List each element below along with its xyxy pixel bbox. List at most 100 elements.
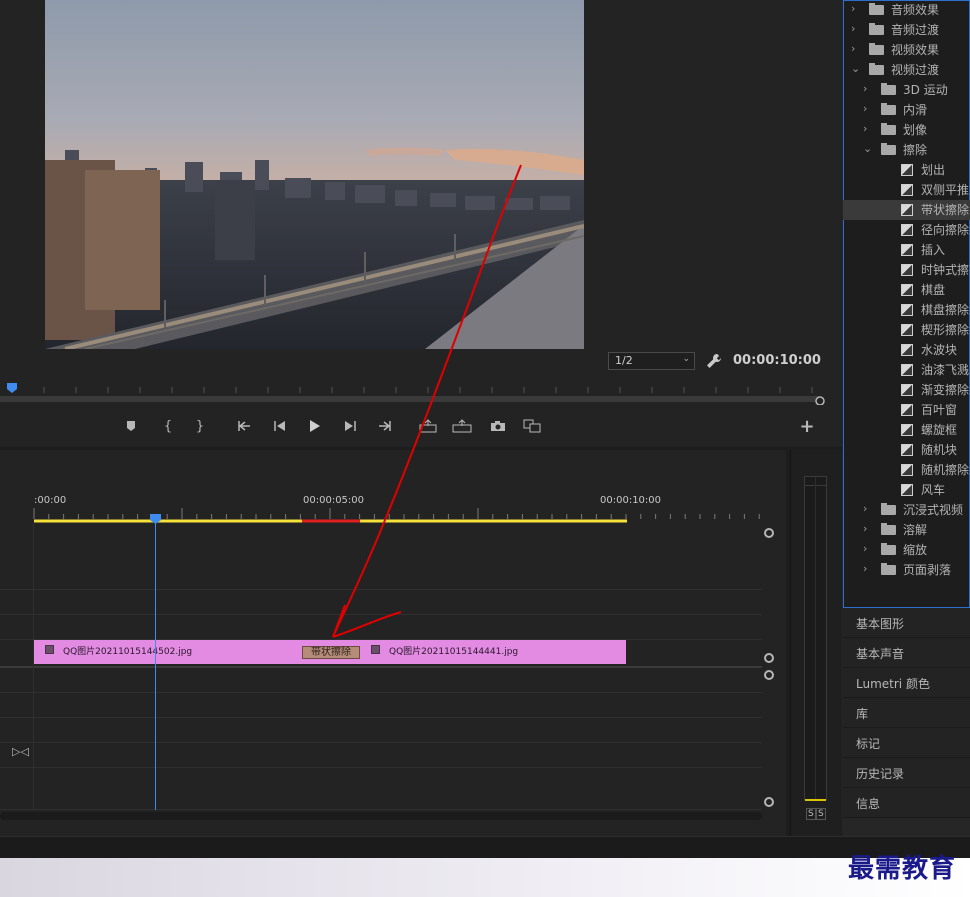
effect-folder[interactable]: › 划像 — [843, 120, 970, 140]
effect-folder[interactable]: › 内滑 — [843, 100, 970, 120]
transition-band-wipe[interactable]: 带状擦除 — [302, 646, 360, 659]
audio-track-2[interactable] — [0, 693, 762, 718]
audio-track-1[interactable] — [0, 668, 762, 693]
effect-folder[interactable]: › 沉浸式视频 — [843, 500, 970, 520]
effect-label: 百叶窗 — [921, 403, 958, 417]
effect-item[interactable]: 随机块 — [843, 440, 970, 460]
vertical-scroll-mid[interactable] — [764, 653, 774, 663]
effect-item[interactable]: 双侧平推门 — [843, 180, 970, 200]
effect-item[interactable]: 螺旋框 — [843, 420, 970, 440]
effect-folder[interactable]: › 视频效果 — [843, 40, 970, 60]
transition-icon — [901, 284, 913, 296]
effect-item[interactable]: 楔形擦除 — [843, 320, 970, 340]
audio-track-3[interactable] — [0, 718, 762, 743]
lift-icon[interactable] — [416, 412, 440, 440]
effect-item[interactable]: 风车 — [843, 480, 970, 500]
marker-icon[interactable] — [119, 412, 143, 440]
panel-tab-essential-graphics[interactable]: 基本图形 — [843, 608, 970, 638]
chevron-right-icon[interactable]: › — [863, 502, 867, 515]
chevron-right-icon[interactable]: › — [863, 122, 867, 135]
audio-track-4[interactable] — [0, 743, 762, 768]
extract-icon[interactable] — [450, 412, 474, 440]
timeline-clip-1[interactable]: QQ图片20211015144502.jpg — [34, 640, 302, 664]
vertical-scroll-top[interactable] — [764, 528, 774, 538]
step-back-icon[interactable] — [268, 412, 292, 440]
effect-item[interactable]: 划出 — [843, 160, 970, 180]
panel-tab-history[interactable]: 历史记录 — [843, 758, 970, 788]
effect-item[interactable]: 油漆飞溅 — [843, 360, 970, 380]
in-point-icon[interactable]: { — [156, 412, 180, 440]
transition-icon — [901, 364, 913, 376]
track-header-divider — [33, 524, 34, 810]
chevron-right-icon[interactable]: › — [863, 542, 867, 555]
effect-item[interactable]: 棋盘擦除 — [843, 300, 970, 320]
effect-folder[interactable]: ⌄ 擦除 — [843, 140, 970, 160]
panel-tab-info[interactable]: 信息 — [843, 788, 970, 818]
effect-item[interactable]: 随机擦除 — [843, 460, 970, 480]
video-track-spacer — [0, 615, 762, 640]
play-icon[interactable] — [302, 412, 326, 440]
monitor-scrub-bar[interactable] — [0, 381, 825, 406]
panel-tab-markers[interactable]: 标记 — [843, 728, 970, 758]
chevron-right-icon[interactable]: › — [851, 42, 855, 55]
video-track-3[interactable] — [0, 524, 762, 590]
effect-folder[interactable]: › 音频过渡 — [843, 20, 970, 40]
effect-folder[interactable]: › 3D 运动 — [843, 80, 970, 100]
video-track-2[interactable] — [0, 590, 762, 615]
effect-label: 音频过渡 — [891, 23, 940, 37]
effect-label: 时钟式擦除 — [921, 263, 970, 277]
timeline-horizontal-scrollbar[interactable] — [0, 812, 762, 820]
chevron-down-icon[interactable]: ⌄ — [863, 142, 872, 155]
effect-item[interactable]: 径向擦除 — [843, 220, 970, 240]
effect-item[interactable]: 百叶窗 — [843, 400, 970, 420]
go-to-out-icon[interactable] — [372, 412, 396, 440]
solo-left[interactable]: S — [806, 808, 816, 820]
effect-folder[interactable]: › 溶解 — [843, 520, 970, 540]
effect-item[interactable]: 时钟式擦除 — [843, 260, 970, 280]
status-bar — [0, 836, 970, 858]
effect-folder[interactable]: › 音频效果 — [843, 0, 970, 20]
chevron-right-icon[interactable]: › — [863, 562, 867, 575]
out-point-icon[interactable]: } — [188, 412, 212, 440]
playhead-line[interactable] — [155, 516, 156, 810]
effect-label: 擦除 — [903, 143, 928, 157]
effect-folder[interactable]: › 页面剥落 — [843, 560, 970, 580]
chevron-right-icon[interactable]: › — [863, 102, 867, 115]
audio-track-master[interactable] — [0, 768, 762, 810]
wrench-icon[interactable] — [705, 352, 723, 370]
resolution-dropdown[interactable]: 1/2 ⌄ — [608, 352, 695, 370]
panel-tab-essential-sound[interactable]: 基本声音 — [843, 638, 970, 668]
vertical-scroll-audio-top[interactable] — [764, 670, 774, 680]
panel-tab-libraries[interactable]: 库 — [843, 698, 970, 728]
clip-label: QQ图片20211015144441.jpg — [389, 647, 519, 657]
chevron-down-icon[interactable]: ⌄ — [851, 62, 860, 75]
panel-tab-lumetri-color[interactable]: Lumetri 颜色 — [843, 668, 970, 698]
go-to-in-icon[interactable] — [233, 412, 257, 440]
effect-folder[interactable]: › 缩放 — [843, 540, 970, 560]
step-forward-icon[interactable] — [338, 412, 362, 440]
effect-label: 页面剥落 — [903, 563, 952, 577]
effect-item[interactable]: 插入 — [843, 240, 970, 260]
camera-icon[interactable] — [486, 412, 510, 440]
bowtie-icon[interactable]: ▷◁ — [12, 745, 29, 758]
timeline-clip-2[interactable]: QQ图片20211015144441.jpg — [360, 640, 626, 664]
compare-icon[interactable] — [520, 412, 544, 440]
timeline-ruler[interactable]: :00:00 00:00:05:00 00:00:10:00 — [0, 478, 786, 524]
playhead-timecode[interactable]: 00:00:10:00 — [733, 353, 821, 368]
chevron-right-icon[interactable]: › — [863, 522, 867, 535]
effect-item[interactable]: 棋盘 — [843, 280, 970, 300]
effect-item[interactable]: 渐变擦除 — [843, 380, 970, 400]
track-area[interactable]: ▷◁ — [0, 524, 786, 836]
folder-icon — [881, 103, 896, 115]
effect-label: 划出 — [921, 163, 946, 177]
effect-item[interactable]: 水波块 — [843, 340, 970, 360]
chevron-right-icon[interactable]: › — [851, 2, 855, 15]
chevron-right-icon[interactable]: › — [863, 82, 867, 95]
vertical-scroll-bottom[interactable] — [764, 797, 774, 807]
effect-item[interactable]: 带状擦除 — [843, 200, 970, 220]
chevron-right-icon[interactable]: › — [851, 22, 855, 35]
solo-right[interactable]: S — [816, 808, 826, 820]
effect-folder[interactable]: ⌄ 视频过渡 — [843, 60, 970, 80]
transition-icon — [901, 184, 913, 196]
add-button-icon[interactable]: + — [795, 412, 819, 440]
